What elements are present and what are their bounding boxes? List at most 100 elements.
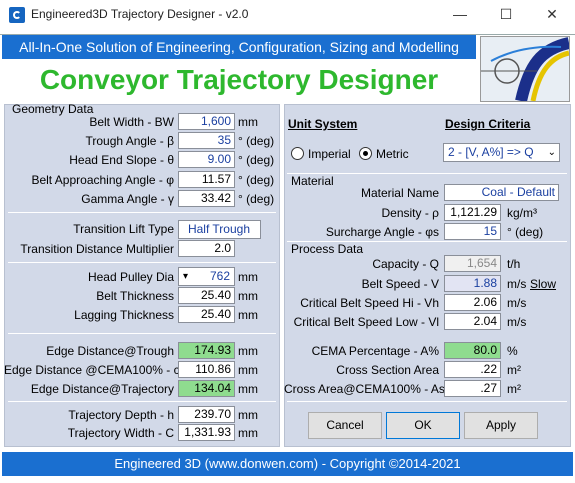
cema-percentage-unit: %: [507, 344, 518, 358]
edge-distance-cema-label: Edge Distance @CEMA100% - c: [4, 363, 180, 377]
gamma-angle-unit: ° (deg): [238, 192, 275, 206]
design-criteria-select[interactable]: 2 - [V, A%] => Q ⌄: [443, 143, 560, 162]
critical-speed-hi-field: 2.06: [444, 294, 501, 311]
capacity-field: 1,654: [444, 255, 501, 272]
head-end-slope-label: Head End Slope - θ: [69, 153, 174, 167]
footer: Engineered 3D (www.donwen.com) - Copyrig…: [2, 452, 573, 476]
edge-distance-cema-unit: mm: [238, 363, 258, 377]
belt-approach-angle-label: Belt Approaching Angle - φ: [31, 173, 174, 187]
metric-label: Metric: [376, 147, 409, 161]
trajectory-depth-field: 239.70: [178, 406, 235, 423]
surcharge-angle-field[interactable]: 15: [444, 223, 501, 240]
trough-angle-field[interactable]: 35: [178, 132, 235, 149]
lagging-thickness-label: Lagging Thickness: [74, 308, 174, 322]
title-bar: Engineered3D Trajectory Designer - v2.0 …: [0, 0, 575, 30]
tagline: All-In-One Solution of Engineering, Conf…: [2, 35, 476, 59]
transition-lift-type-value: Half Trough: [187, 222, 251, 236]
trajectory-width-label: Trajectory Width - C: [67, 426, 174, 440]
capacity-unit: t/h: [507, 257, 521, 271]
divider: [8, 333, 276, 334]
trough-angle-label: Trough Angle - β: [85, 134, 174, 148]
transition-lift-type-select[interactable]: Half Trough: [178, 220, 261, 239]
gamma-angle-label: Gamma Angle - γ: [81, 192, 174, 206]
divider: [287, 401, 567, 402]
edge-distance-trajectory-unit: mm: [238, 382, 258, 396]
app-icon: [9, 7, 25, 23]
chevron-down-icon: ▾: [183, 271, 189, 282]
edge-distance-cema-field: 110.86: [178, 361, 235, 378]
belt-approach-angle-field[interactable]: 11.57: [178, 171, 235, 188]
minimize-button[interactable]: —: [437, 0, 483, 30]
lagging-thickness-unit: mm: [238, 308, 258, 322]
unit-system-header: Unit System: [288, 117, 358, 131]
capacity-label: Capacity - Q: [372, 257, 439, 271]
head-pulley-dia-label: Head Pulley Dia: [87, 270, 174, 284]
surcharge-angle-label: Surcharge Angle - φs: [325, 225, 439, 239]
design-criteria-header: Design Criteria: [445, 117, 531, 131]
divider: [8, 262, 276, 263]
belt-width-field[interactable]: 1,600: [178, 113, 235, 130]
belt-speed-field[interactable]: 1.88: [444, 275, 501, 292]
cross-section-area-label: Cross Section Area: [336, 363, 439, 377]
surcharge-angle-unit: ° (deg): [507, 225, 544, 239]
transition-distance-multiplier-field[interactable]: 2.0: [178, 240, 235, 257]
imperial-radio[interactable]: [291, 147, 304, 160]
cross-area-cema-unit: m²: [507, 382, 521, 396]
design-criteria-value: 2 - [V, A%] => Q: [448, 145, 534, 159]
edge-distance-trough-label: Edge Distance@Trough: [46, 344, 174, 358]
ok-button[interactable]: OK: [386, 412, 460, 439]
critical-speed-hi-unit: m/s: [507, 296, 527, 310]
density-label: Density - ρ: [381, 206, 439, 220]
cema-percentage-label: CEMA Percentage - A%: [311, 344, 439, 358]
material-name-label: Material Name: [360, 186, 439, 200]
lagging-thickness-field[interactable]: 25.40: [178, 306, 235, 323]
imperial-label: Imperial: [308, 147, 351, 161]
belt-thickness-label: Belt Thickness: [96, 289, 174, 303]
maximize-button[interactable]: ☐: [483, 0, 529, 30]
head-pulley-dia-unit: mm: [238, 270, 258, 284]
density-field[interactable]: 1,121.29: [444, 204, 501, 221]
critical-speed-hi-label: Critical Belt Speed Hi - Vh: [300, 296, 439, 310]
gamma-angle-field[interactable]: 33.42: [178, 190, 235, 207]
edge-distance-trough-unit: mm: [238, 344, 258, 358]
process-group-label: Process Data: [291, 242, 364, 256]
trajectory-logo-icon: [480, 36, 571, 103]
slow-link[interactable]: Slow: [530, 277, 556, 291]
transition-distance-multiplier-label: Transition Distance Multiplier: [20, 242, 174, 256]
belt-thickness-unit: mm: [238, 289, 258, 303]
head-end-slope-field[interactable]: 9.00: [178, 151, 235, 168]
critical-speed-low-label: Critical Belt Speed Low - Vl: [293, 315, 439, 329]
belt-approach-angle-unit: ° (deg): [238, 173, 275, 187]
cross-section-area-unit: m²: [507, 363, 521, 377]
belt-width-label: Belt Width - BW: [89, 115, 174, 129]
window-title: Engineered3D Trajectory Designer - v2.0: [31, 7, 249, 21]
apply-button[interactable]: Apply: [464, 412, 538, 439]
head-end-slope-unit: ° (deg): [238, 153, 275, 167]
trough-angle-unit: ° (deg): [238, 134, 275, 148]
trajectory-width-field: 1,331.93: [178, 424, 235, 441]
edge-distance-trough-field: 174.93: [178, 342, 235, 359]
head-pulley-dia-select[interactable]: ▾ 762: [178, 267, 235, 286]
edge-distance-trajectory-label: Edge Distance@Trajectory: [30, 382, 174, 396]
belt-width-unit: mm: [238, 115, 258, 129]
app-heading: Conveyor Trajectory Designer: [39, 64, 439, 95]
transition-lift-type-label: Transition Lift Type: [73, 222, 174, 236]
critical-speed-low-field: 2.04: [444, 313, 501, 330]
cema-percentage-field[interactable]: 80.0: [444, 342, 501, 359]
cross-area-cema-label: Cross Area@CEMA100% - Asc: [284, 382, 451, 396]
metric-radio[interactable]: [359, 147, 372, 160]
divider: [8, 401, 276, 402]
density-unit: kg/m³: [507, 206, 537, 220]
close-button[interactable]: ✕: [529, 0, 575, 30]
cross-section-area-field: .22: [444, 361, 501, 378]
cross-area-cema-field: .27: [444, 380, 501, 397]
edge-distance-trajectory-field: 134.04: [178, 380, 235, 397]
belt-speed-label: Belt Speed - V: [361, 277, 439, 291]
trajectory-depth-label: Trajectory Depth - h: [68, 408, 174, 422]
belt-thickness-field[interactable]: 25.40: [178, 287, 235, 304]
geometry-group-label: Geometry Data: [12, 102, 94, 116]
material-name-field[interactable]: Coal - Default: [444, 184, 559, 201]
critical-speed-low-unit: m/s: [507, 315, 527, 329]
cancel-button[interactable]: Cancel: [308, 412, 382, 439]
trajectory-width-unit: mm: [238, 426, 258, 440]
